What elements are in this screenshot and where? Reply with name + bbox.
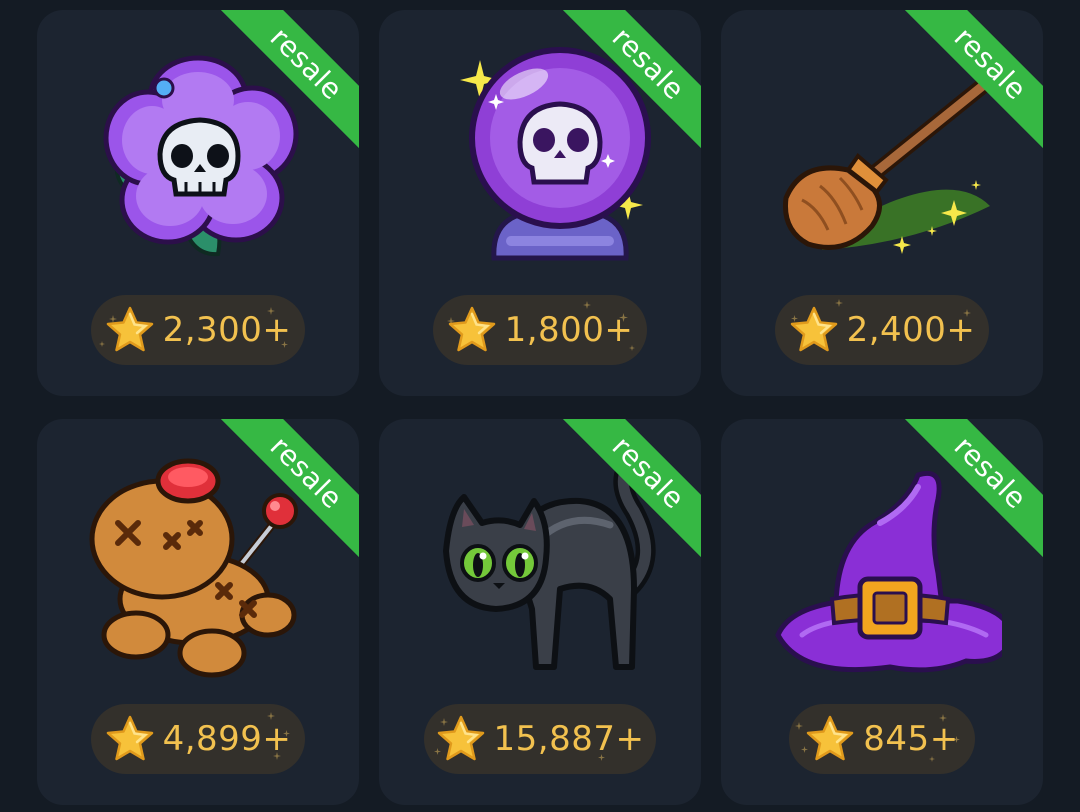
price-value: 4,899+: [162, 719, 292, 759]
star-icon: [807, 715, 854, 761]
price-pill[interactable]: 845+: [789, 704, 975, 774]
resale-badge: resale: [216, 419, 359, 563]
price-value: 845+: [863, 719, 959, 759]
star-icon: [106, 306, 153, 352]
price-pill[interactable]: 1,800+: [433, 295, 647, 365]
star-icon: [106, 715, 153, 761]
gift-card[interactable]: resale 845+: [721, 419, 1043, 805]
resale-ribbon: resale: [893, 10, 1043, 160]
resale-badge: resale: [900, 10, 1043, 154]
star-icon: [448, 306, 495, 352]
star-icon: [437, 715, 484, 761]
resale-ribbon: resale: [209, 10, 359, 160]
price-pill[interactable]: 2,400+: [775, 295, 989, 365]
resale-badge: resale: [558, 419, 701, 563]
price-value: 1,800+: [504, 310, 634, 350]
price-value: 2,400+: [846, 310, 976, 350]
gift-card[interactable]: resale 2,400+: [721, 10, 1043, 396]
price-value: 2,300+: [162, 310, 292, 350]
gift-card[interactable]: resale 2,300+: [37, 10, 359, 396]
resale-badge: resale: [900, 419, 1043, 563]
resale-ribbon: resale: [209, 419, 359, 569]
resale-ribbon: resale: [551, 419, 701, 569]
star-icon: [790, 306, 837, 352]
price-pill[interactable]: 15,887+: [424, 704, 656, 774]
price-value: 15,887+: [493, 719, 645, 759]
gift-grid: resale 2,300+ resale 1,800+ resale 2,400…: [0, 0, 1080, 812]
resale-badge: resale: [216, 10, 359, 154]
gift-card[interactable]: resale 15,887+: [379, 419, 701, 805]
gift-card[interactable]: resale 4,899+: [37, 419, 359, 805]
price-pill[interactable]: 4,899+: [91, 704, 305, 774]
gift-card[interactable]: resale 1,800+: [379, 10, 701, 396]
resale-ribbon: resale: [551, 10, 701, 160]
resale-ribbon: resale: [893, 419, 1043, 569]
resale-badge: resale: [558, 10, 701, 154]
price-pill[interactable]: 2,300+: [91, 295, 305, 365]
